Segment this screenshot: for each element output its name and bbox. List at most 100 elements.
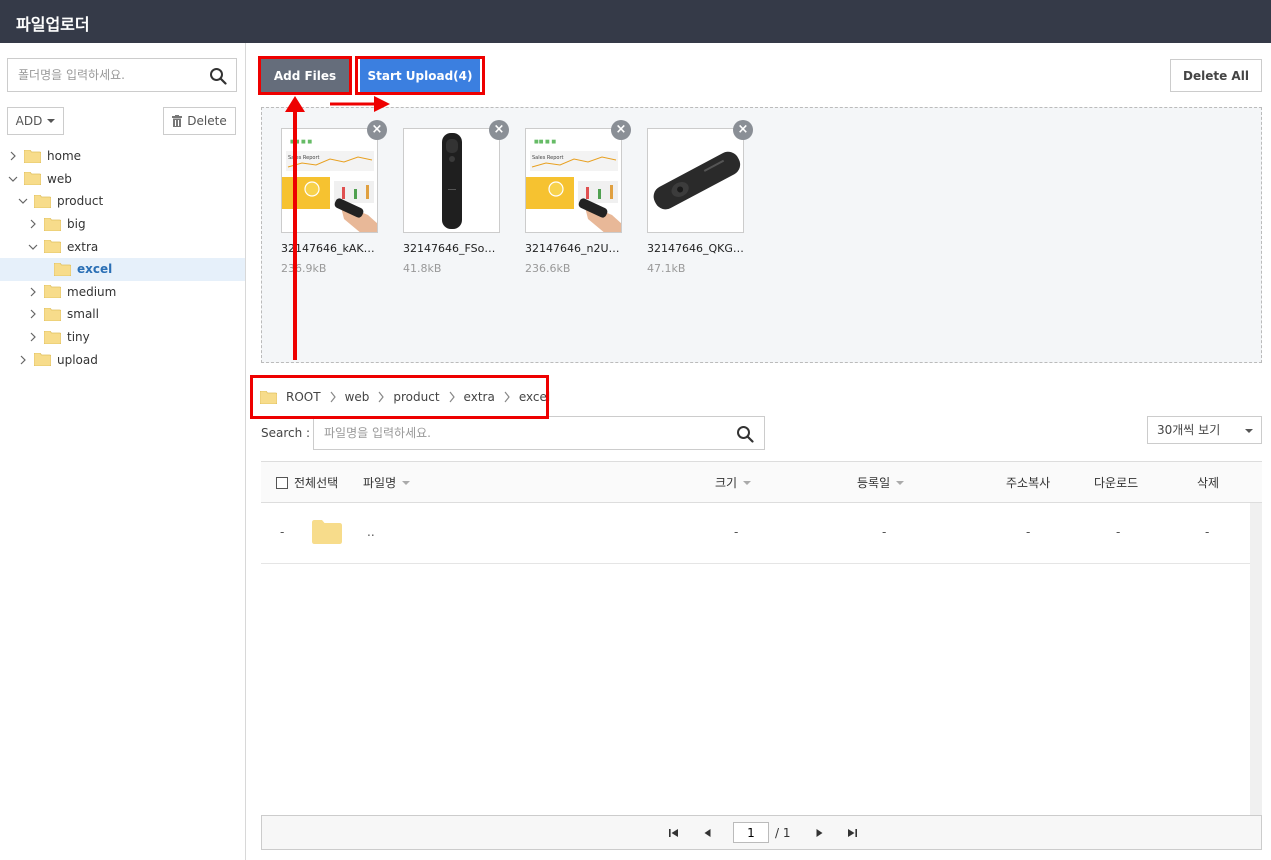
delete-folder-button[interactable]: Delete <box>163 107 236 135</box>
remove-file-icon[interactable]: × <box>733 120 753 140</box>
last-page-icon[interactable] <box>846 827 858 839</box>
breadcrumb-item[interactable]: extra <box>464 390 495 404</box>
remove-file-icon[interactable]: × <box>367 120 387 140</box>
chevron-down-icon[interactable] <box>8 174 18 184</box>
add-folder-label: ADD <box>15 114 43 128</box>
search-icon[interactable] <box>209 67 227 85</box>
folder-sidebar: ADD Delete home web product big extra excel me… <box>0 43 246 860</box>
next-page-icon[interactable] <box>813 827 825 839</box>
file-search <box>313 416 765 450</box>
tree-item[interactable]: tiny <box>0 326 245 349</box>
remove-file-icon[interactable]: × <box>611 120 631 140</box>
copy-address-column-header: 주소복사 <box>1006 474 1050 491</box>
queued-file-size: 41.8kB <box>403 262 442 275</box>
delete-column-label: 삭제 <box>1197 476 1220 490</box>
file-thumbnail <box>403 128 500 233</box>
breadcrumb-item[interactable]: excel <box>519 390 550 404</box>
search-icon[interactable] <box>736 425 754 443</box>
file-search-input[interactable] <box>314 417 724 449</box>
caret-down-icon <box>1245 429 1253 433</box>
queued-file: ■■ ■ ■ Sales Report × 32147646_kAKfl… 236.9k… <box>281 120 387 275</box>
breadcrumb-item[interactable]: ROOT <box>286 390 321 404</box>
tree-item[interactable]: small <box>0 303 245 326</box>
folder-icon <box>44 217 61 231</box>
tree-item-label: tiny <box>67 330 90 345</box>
filename-column-header[interactable]: 파일명 <box>363 474 411 491</box>
table-row[interactable]: - .. - - - - - <box>261 503 1250 564</box>
chevron-right-icon[interactable] <box>8 151 18 161</box>
download-column-label: 다운로드 <box>1094 476 1139 490</box>
remove-file-icon[interactable]: × <box>489 120 509 140</box>
file-table-header: 전체선택 파일명 크기 등록일 주소복사 다운로드 삭제 <box>261 461 1262 503</box>
folder-icon <box>24 172 41 186</box>
delete-column-header: 삭제 <box>1197 474 1219 491</box>
folder-icon <box>44 240 61 254</box>
first-page-icon[interactable] <box>668 827 680 839</box>
tree-item[interactable]: product <box>0 190 245 213</box>
chevron-right-icon[interactable] <box>28 332 38 342</box>
tree-item-label: small <box>67 307 99 322</box>
chevron-right-icon <box>449 391 455 403</box>
row-size: - <box>734 525 739 539</box>
svg-text:Sales Report: Sales Report <box>532 155 564 161</box>
per-page-value: 30개씩 보기 <box>1157 423 1221 437</box>
folder-icon <box>260 390 277 404</box>
queued-file-name: 32147646_kAKfl… <box>281 242 378 255</box>
tree-item-label: home <box>47 149 82 164</box>
file-thumbnail: ■■ ■ ■ Sales Report <box>281 128 378 233</box>
folder-search-input[interactable] <box>8 59 204 91</box>
select-all-column[interactable]: 전체선택 <box>276 474 338 491</box>
size-column-label: 크기 <box>715 476 738 490</box>
queued-file-size: 236.9kB <box>281 262 327 275</box>
page-number-input[interactable] <box>733 822 769 843</box>
tree-item-label: extra <box>67 239 99 254</box>
table-scrollbar[interactable] <box>1250 503 1262 815</box>
queued-file-size: 236.6kB <box>525 262 571 275</box>
delete-all-button[interactable]: Delete All <box>1170 59 1262 92</box>
add-files-button[interactable]: Add Files <box>261 59 349 92</box>
sort-icon <box>743 480 752 485</box>
breadcrumb-item[interactable]: web <box>345 390 370 404</box>
pagination: / 1 <box>261 815 1262 850</box>
add-folder-dropdown[interactable]: ADD <box>7 107 64 135</box>
folder-search <box>7 58 237 92</box>
folder-icon <box>44 330 61 344</box>
chevron-down-icon[interactable] <box>28 242 38 252</box>
chevron-right-icon[interactable] <box>28 287 38 297</box>
app-header: 파일업로더 <box>0 0 1271 43</box>
tree-item-label: web <box>47 171 72 186</box>
copy-address-column-label: 주소복사 <box>1006 476 1051 490</box>
date-column-header[interactable]: 등록일 <box>857 474 905 491</box>
tree-item[interactable]: excel <box>0 257 245 281</box>
size-column-header[interactable]: 크기 <box>715 474 752 491</box>
tree-item[interactable]: medium <box>0 281 245 304</box>
trash-icon <box>172 115 183 127</box>
folder-icon <box>24 149 41 163</box>
tree-item[interactable]: web <box>0 168 245 191</box>
folder-icon <box>34 353 51 367</box>
file-thumbnail <box>647 128 744 233</box>
queued-file-name: 32147646_FSon… <box>403 242 500 255</box>
chevron-down-icon[interactable] <box>18 196 28 206</box>
tree-item-label: big <box>67 217 86 232</box>
date-column-label: 등록일 <box>857 476 891 490</box>
sort-icon <box>896 480 905 485</box>
chevron-right-icon[interactable] <box>28 219 38 229</box>
row-name[interactable]: .. <box>367 525 375 539</box>
chevron-right-icon[interactable] <box>18 355 28 365</box>
tree-item[interactable]: big <box>0 213 245 236</box>
select-all-checkbox[interactable] <box>276 476 288 489</box>
per-page-select[interactable]: 30개씩 보기 <box>1147 416 1262 444</box>
tree-item[interactable]: extra <box>0 235 245 258</box>
upload-queue-dropzone[interactable]: ■■ ■ ■ Sales Report × 32147646_kAKfl… 236.9k… <box>261 107 1262 363</box>
queued-file: × 32147646_QKG… 47.1kB <box>647 120 753 275</box>
tree-item[interactable]: home <box>0 145 245 168</box>
chevron-right-icon[interactable] <box>28 309 38 319</box>
breadcrumb-item[interactable]: product <box>393 390 439 404</box>
select-all-label: 전체선택 <box>294 476 339 490</box>
start-upload-button[interactable]: Start Upload(4) <box>360 59 480 92</box>
tree-item-label: excel <box>77 262 113 277</box>
tree-item[interactable]: upload <box>0 348 245 371</box>
prev-page-icon[interactable] <box>702 827 714 839</box>
